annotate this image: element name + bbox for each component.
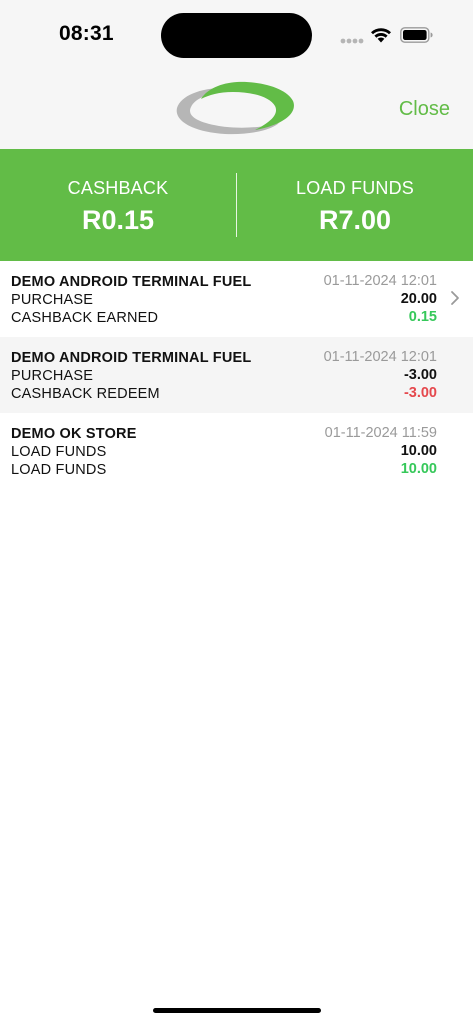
cashback-value: R0.15: [81, 205, 155, 235]
cellular-signal-icon: [340, 38, 364, 44]
chevron-right-icon[interactable]: [450, 290, 460, 306]
transaction-amount: 10.00: [400, 443, 437, 459]
brand-logo: [176, 81, 294, 135]
battery-icon: [400, 27, 433, 43]
transaction-merchant: DEMO OK STORE: [11, 426, 137, 442]
transaction-type: CASHBACK REDEEM: [11, 386, 160, 402]
transaction-date: 01-11-2024 11:59: [324, 425, 437, 441]
cashback-label: CASHBACK: [67, 178, 169, 198]
transaction-type: LOAD FUNDS: [11, 462, 107, 478]
transaction-row[interactable]: DEMO ANDROID TERMINAL FUEL 01-11-2024 12…: [0, 261, 473, 337]
cashback-summary: CASHBACK R0.15: [0, 149, 236, 261]
transaction-amount: 20.00: [400, 291, 437, 307]
transaction-type: LOAD FUNDS: [11, 444, 107, 460]
load-funds-label: LOAD FUNDS: [295, 178, 414, 198]
transaction-merchant: DEMO ANDROID TERMINAL FUEL: [11, 350, 252, 366]
transaction-amount: -3.00: [403, 367, 437, 383]
transaction-list: DEMO ANDROID TERMINAL FUEL 01-11-2024 12…: [0, 261, 473, 489]
load-amount: 10.00: [400, 461, 437, 477]
app-header: Close: [0, 70, 473, 149]
wifi-icon: [371, 28, 391, 43]
balance-summary: CASHBACK R0.15 LOAD FUNDS R7.00: [0, 149, 473, 261]
transaction-row[interactable]: DEMO ANDROID TERMINAL FUEL 01-11-2024 12…: [0, 337, 473, 413]
cashback-amount: -3.00: [403, 385, 437, 401]
close-button[interactable]: Close: [399, 98, 450, 121]
screen: 08:31 Close CASHBACK R0.15 LOAD FUNDS R7…: [0, 0, 473, 1024]
load-funds-value: R7.00: [318, 205, 392, 235]
transaction-type: PURCHASE: [11, 368, 94, 384]
transaction-merchant: DEMO ANDROID TERMINAL FUEL: [11, 274, 252, 290]
status-bar: 08:31: [0, 0, 473, 70]
status-time: 08:31: [59, 22, 114, 45]
transaction-date: 01-11-2024 12:01: [323, 273, 437, 289]
transaction-row[interactable]: DEMO OK STORE 01-11-2024 11:59 LOAD FUND…: [0, 413, 473, 489]
transaction-date: 01-11-2024 12:01: [323, 349, 437, 365]
cashback-amount: 0.15: [408, 309, 437, 325]
transaction-type: PURCHASE: [11, 292, 94, 308]
transaction-type: CASHBACK EARNED: [11, 310, 159, 326]
home-indicator[interactable]: [153, 1008, 321, 1013]
load-funds-summary: LOAD FUNDS R7.00: [237, 149, 473, 261]
dynamic-island: [161, 13, 312, 58]
